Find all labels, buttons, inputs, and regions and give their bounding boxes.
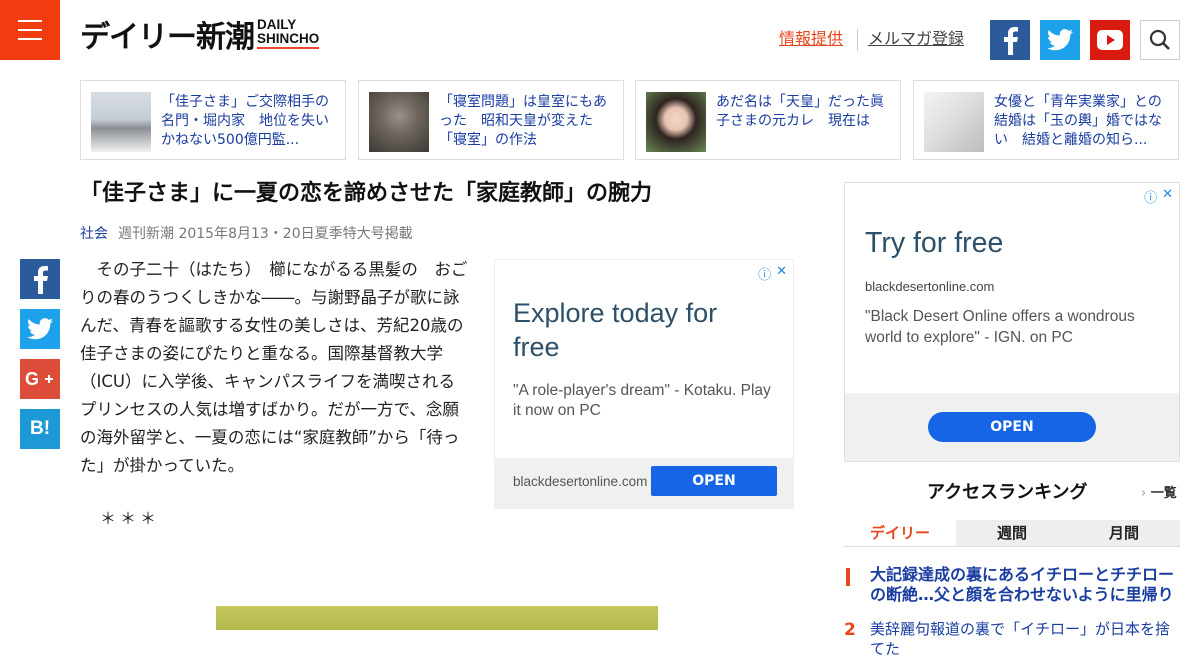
ranking-all-link[interactable]: › 一覧 <box>1141 482 1177 501</box>
logo-sub-line2: SHINCHO <box>257 31 320 46</box>
ad-description: "Black Desert Online offers a wondrous w… <box>865 308 1135 346</box>
ad-open-button[interactable]: OPEN <box>651 466 777 496</box>
ranking-item[interactable]: 美辞麗句報道の裏で「イチロー」が日本を捨てた <box>870 619 1180 659</box>
search-button[interactable] <box>1140 20 1180 60</box>
share-hatena-button[interactable]: B! <box>20 409 60 449</box>
logo-main-text: デイリー新潮 <box>80 20 255 55</box>
youtube-button[interactable] <box>1090 20 1130 60</box>
ranking-item[interactable]: 大記録達成の裏にあるイチローとチチローの断絶…父と顔を合わせないように里帰り <box>870 565 1180 605</box>
site-logo[interactable]: デイリー新潮 DAILY SHINCHO <box>80 17 320 62</box>
hamburger-bar <box>18 29 42 31</box>
adchoices[interactable]: ⓘ ✕ <box>758 264 787 283</box>
related-thumbnail <box>924 92 984 152</box>
ad-headline[interactable]: Try for free <box>865 227 1003 260</box>
related-title: 女優と「青年実業家」との結婚は「玉の輿」婚ではない 結婚と離婚の知ら... <box>994 94 1162 148</box>
ad-description: "A role-player's dream" - Kotaku. Play i… <box>513 382 771 419</box>
related-article[interactable]: 女優と「青年実業家」との結婚は「玉の輿」婚ではない 結婚と離婚の知ら... <box>913 80 1179 160</box>
facebook-icon <box>34 266 48 294</box>
article-photo <box>216 606 658 630</box>
menu-button[interactable] <box>0 0 60 60</box>
category-link[interactable]: 社会 <box>80 223 108 243</box>
twitter-icon <box>1047 29 1073 51</box>
share-twitter-button[interactable] <box>20 309 60 349</box>
chevron-right-icon: › <box>1141 486 1147 501</box>
ad-domain: blackdesertonline.com <box>513 474 648 489</box>
section-separator: ＊＊＊ <box>100 509 161 528</box>
ad-footer: blackdesertonline.com OPEN <box>495 458 793 508</box>
ad-domain: blackdesertonline.com <box>865 279 995 294</box>
share-facebook-button[interactable] <box>20 259 60 299</box>
related-article[interactable]: 「佳子さま」ご交際相手の名門・堀内家 地位を失いかねない500億円監... <box>80 80 346 160</box>
tab-monthly[interactable]: 月間 <box>1068 520 1180 546</box>
related-title: あだ名は「天皇」だった眞子さまの元カレ 現在は <box>716 94 884 129</box>
ad-headline[interactable]: Explore today for free <box>513 296 763 364</box>
inline-ad[interactable]: ⓘ ✕ Explore today for free "A role-playe… <box>494 259 794 509</box>
tab-underline <box>844 546 1180 547</box>
ranking-all-label: 一覧 <box>1150 486 1177 501</box>
hamburger-bar <box>18 38 42 40</box>
hamburger-bar <box>18 20 42 22</box>
twitter-button[interactable] <box>1040 20 1080 60</box>
ranking-title: アクセスランキング <box>927 482 1088 503</box>
adchoices[interactable]: ⓘ ✕ <box>1144 187 1173 206</box>
twitter-icon <box>27 318 53 340</box>
tab-weekly[interactable]: 週間 <box>956 520 1068 546</box>
tab-daily[interactable]: デイリー <box>844 520 956 546</box>
publication-info: 週刊新潮 2015年8月13・20日夏季特大号掲載 <box>118 226 413 242</box>
related-title: 「佳子さま」ご交際相手の名門・堀内家 地位を失いかねない500億円監... <box>161 94 329 148</box>
related-thumbnail <box>369 92 429 152</box>
svg-text:G: G <box>25 369 39 389</box>
related-article[interactable]: あだ名は「天皇」だった眞子さまの元カレ 現在は <box>635 80 901 160</box>
rank-number-2: 2 <box>844 620 856 640</box>
share-googleplus-button[interactable]: G <box>20 359 60 399</box>
logo-sub-line1: DAILY <box>257 17 297 32</box>
newsletter-link[interactable]: メルマガ登録 <box>868 29 964 49</box>
header-divider <box>857 29 858 51</box>
related-thumbnail <box>91 92 151 152</box>
article-title: 「佳子さま」に一夏の恋を諦めさせた「家庭教師」の腕力 <box>80 181 653 206</box>
related-thumbnail <box>646 92 706 152</box>
rank-number-1 <box>846 568 850 586</box>
article-body: その子二十（はたち） 櫛にながるる黒髪の おごりの春のうつくしきかな――。与謝野… <box>80 260 468 475</box>
google-plus-icon: G <box>25 369 53 389</box>
ad-open-button[interactable]: OPEN <box>928 412 1096 442</box>
close-icon[interactable]: ✕ <box>776 264 787 283</box>
youtube-icon <box>1097 30 1123 50</box>
related-article[interactable]: 「寝室問題」は皇室にもあった 昭和天皇が変えた「寝室」の作法 <box>358 80 624 160</box>
related-title: 「寝室問題」は皇室にもあった 昭和天皇が変えた「寝室」の作法 <box>439 94 607 148</box>
sidebar-ad[interactable]: ⓘ ✕ Try for free blackdesertonline.com "… <box>844 182 1180 462</box>
hatena-bookmark-icon: B! <box>29 418 51 439</box>
close-icon[interactable]: ✕ <box>1162 187 1173 206</box>
facebook-button[interactable] <box>990 20 1030 60</box>
search-icon <box>1149 29 1170 50</box>
ad-footer: OPEN <box>845 393 1179 461</box>
info-icon[interactable]: ⓘ <box>1144 187 1157 206</box>
info-icon[interactable]: ⓘ <box>758 264 771 283</box>
info-submit-link[interactable]: 情報提供 <box>779 29 843 49</box>
facebook-icon <box>1004 27 1018 55</box>
logo-sub-text: DAILY SHINCHO <box>257 17 320 49</box>
